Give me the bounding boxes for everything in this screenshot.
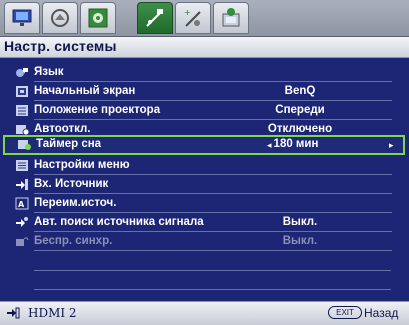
tab-bar: +	[0, 0, 409, 37]
wireless-sync-icon	[16, 237, 29, 246]
current-source: HDMI 2	[28, 306, 77, 320]
menu-header: Настр. системы	[0, 37, 409, 58]
menu-item-label: Язык	[34, 66, 64, 78]
osd-menu: + Настр. системы Язык Начальный экран Be…	[0, 0, 409, 325]
splash-screen-icon	[16, 86, 28, 97]
page-title: Настр. системы	[4, 38, 117, 54]
tab-system-setup-advanced[interactable]: +	[175, 2, 211, 34]
menu-item-label: Вх. Источник	[34, 178, 109, 190]
tab-system-setup-basic[interactable]	[137, 2, 173, 34]
menu-item-value: BenQ	[284, 85, 316, 97]
empty-separator	[34, 289, 391, 290]
info-icon	[222, 8, 240, 27]
svg-text:+: +	[184, 8, 191, 17]
advanced-settings-icon: +	[184, 8, 201, 27]
menu-item-value: Спереди	[275, 104, 325, 116]
menu-item-projector-position[interactable]: Положение проектора Спереди	[10, 101, 400, 120]
svg-text:A: A	[18, 200, 25, 209]
monitor-icon	[12, 9, 32, 26]
menu-list: Язык Начальный экран BenQ Положение прое…	[0, 58, 409, 298]
back-label[interactable]: Назад	[364, 306, 398, 320]
menu-item-label: Таймер сна	[36, 138, 102, 150]
gear-icon	[88, 8, 108, 28]
menu-item-sleep-timer[interactable]: Таймер сна ◂ 180 мин ▸	[3, 135, 405, 155]
menu-item-menu-settings[interactable]: Настройки меню	[10, 156, 400, 175]
language-icon	[16, 68, 28, 77]
exit-button-icon[interactable]: EXIT	[328, 306, 362, 319]
menu-item-label: Настройки меню	[34, 159, 130, 171]
input-source-icon	[7, 307, 20, 319]
menu-item-auto-source-search[interactable]: Авт. поиск источника сигнала Выкл.	[10, 213, 400, 232]
tab-advanced-picture[interactable]	[80, 2, 116, 34]
tab-display[interactable]	[4, 2, 40, 34]
tab-picture[interactable]	[42, 2, 78, 34]
menu-item-rename-source[interactable]: A Переим.источ.	[10, 194, 400, 213]
menu-item-label: Переим.источ.	[34, 197, 117, 209]
menu-item-value: Выкл.	[282, 235, 318, 247]
status-bar: HDMI 2 EXIT Назад	[0, 301, 409, 325]
menu-item-label: Автооткл.	[34, 123, 91, 135]
input-source-icon	[16, 179, 28, 190]
auto-search-icon	[16, 217, 28, 227]
settings-sliders-icon	[146, 9, 163, 27]
menu-item-value: Отключено	[267, 123, 333, 135]
menu-item-label: Беспр. синхр.	[34, 235, 113, 247]
rename-source-icon: A	[15, 197, 29, 210]
menu-item-label: Положение проектора	[34, 104, 161, 116]
menu-item-value: 180 мин	[273, 138, 319, 150]
empty-separator	[34, 270, 391, 271]
menu-item-splash-screen[interactable]: Начальный экран BenQ	[10, 82, 400, 101]
arrow-right-icon[interactable]: ▸	[389, 140, 394, 151]
menu-item-input-source[interactable]: Вх. Источник	[10, 175, 400, 194]
menu-item-label: Начальный экран	[34, 85, 136, 97]
separator	[34, 250, 392, 251]
menu-item-value: Выкл.	[282, 216, 318, 228]
menu-item-language[interactable]: Язык	[10, 63, 400, 82]
picture-icon	[51, 9, 69, 27]
sleep-timer-icon	[18, 140, 31, 150]
projector-position-icon	[16, 105, 28, 116]
menu-settings-icon	[16, 160, 28, 171]
menu-item-wireless-sync[interactable]: Беспр. синхр. Выкл.	[10, 232, 400, 251]
menu-item-label: Авт. поиск источника сигнала	[34, 216, 204, 228]
tab-information[interactable]	[213, 2, 249, 34]
